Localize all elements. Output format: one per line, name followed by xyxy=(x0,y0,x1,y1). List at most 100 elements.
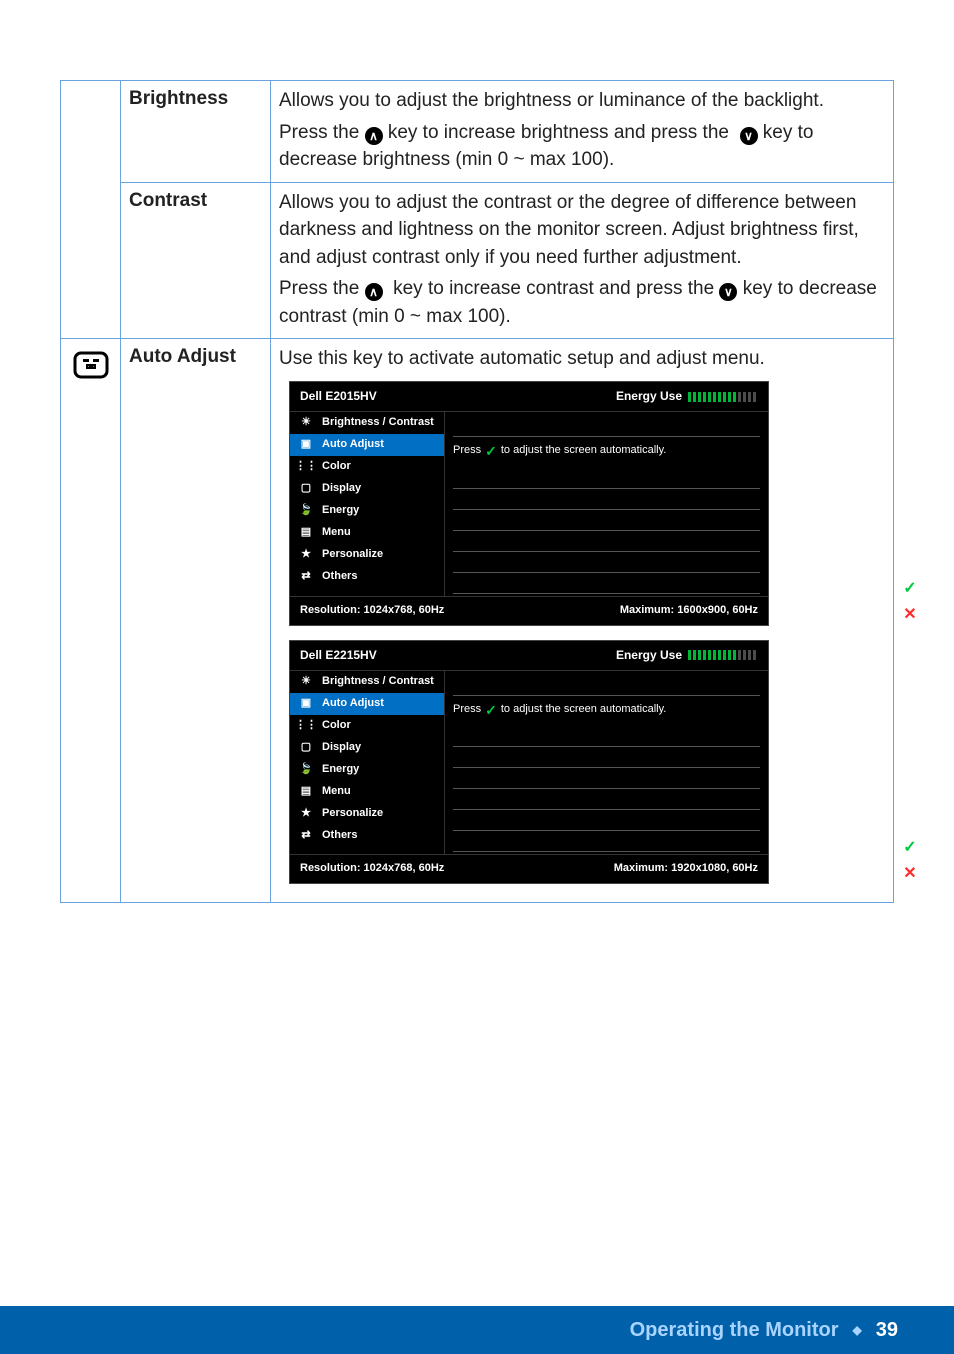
osd-menu: ☀ Brightness / Contrast ▣Auto Adjust ⋮⋮ Co… xyxy=(290,671,445,854)
osd-content: Press ✓ to adjust the screen automatical… xyxy=(445,671,768,854)
energy-bar-icon xyxy=(688,650,758,660)
osd-model: Dell E2215HV xyxy=(300,647,377,664)
page-number: 39 xyxy=(876,1319,898,1342)
osd-item-energy[interactable]: 🍃 Energy xyxy=(290,500,444,522)
up-key-icon xyxy=(365,127,383,145)
autoadjust-icon-cell: + xyxy=(61,339,121,903)
osd-item-label: Brightness / Contrast xyxy=(322,415,434,431)
osd-screenshot-1: Dell E2015HV Energy Use ☀ Brightness / Co… xyxy=(289,381,885,626)
autoadjust-icon: ▣ xyxy=(298,437,314,453)
osd-item-label: Auto Adjust xyxy=(322,437,384,453)
color-icon: ⋮⋮ xyxy=(298,718,314,734)
osd-item-color[interactable]: ⋮⋮ Color xyxy=(290,456,444,478)
osd-item-autoadjust[interactable]: ▣ Auto Adjust xyxy=(290,434,444,456)
osd-resolution: Resolution: 1024x768, 60Hz xyxy=(300,603,444,619)
osd-item-display[interactable]: ▢Display xyxy=(290,737,444,759)
contrast-label: Contrast xyxy=(129,190,207,211)
osd-up-button[interactable]: ∧ xyxy=(899,526,921,548)
osd-item-label: Menu xyxy=(322,525,351,541)
osd-side-buttons: ∧ ∨ ✓ ✕ xyxy=(899,784,921,884)
text: to adjust the screen automatically. xyxy=(501,702,667,718)
energy-bar-icon xyxy=(688,392,758,402)
osd-close-button[interactable]: ✕ xyxy=(899,604,921,626)
osd-item-label: Others xyxy=(322,828,357,844)
text: key to increase contrast and press the xyxy=(388,278,720,299)
settings-table: Brightness Allows you to adjust the brig… xyxy=(60,80,894,903)
energy-icon: 🍃 xyxy=(298,762,314,778)
brightness-icon: ☀ xyxy=(298,415,314,431)
osd-content: Press ✓ to adjust the screen automatical… xyxy=(445,412,768,595)
contrast-desc: Allows you to adjust the contrast or the… xyxy=(279,189,885,272)
brightness-desc-cell: Allows you to adjust the brightness or l… xyxy=(271,81,894,183)
svg-text:+: + xyxy=(88,362,94,373)
text: Press xyxy=(453,443,481,459)
down-key-icon xyxy=(719,283,737,301)
menu-icon: ▤ xyxy=(298,525,314,541)
osd-item-personalize[interactable]: ★ Personalize xyxy=(290,544,444,566)
check-icon: ✓ xyxy=(485,700,497,720)
osd-close-button[interactable]: ✕ xyxy=(899,862,921,884)
osd-item-label: Energy xyxy=(322,762,359,778)
osd-ok-button[interactable]: ✓ xyxy=(899,578,921,600)
brightness-label-cell: Brightness xyxy=(121,81,271,183)
brightness-desc: Allows you to adjust the brightness or l… xyxy=(279,87,885,115)
osd-item-menu[interactable]: ▤ Menu xyxy=(290,781,444,803)
text: Press xyxy=(453,702,481,718)
display-icon: ▢ xyxy=(298,740,314,756)
osd-item-menu[interactable]: ▤ Menu xyxy=(290,522,444,544)
osd-ok-button[interactable]: ✓ xyxy=(899,836,921,858)
osd-down-button[interactable]: ∨ xyxy=(899,810,921,832)
footer-title: Operating the Monitor xyxy=(630,1319,839,1342)
energy-use-label: Energy Use xyxy=(616,388,682,405)
osd-side-buttons: ∧ ∨ ✓ ✕ xyxy=(899,526,921,626)
osd-model: Dell E2015HV xyxy=(300,388,377,405)
auto-adjust-icon: + xyxy=(71,369,111,390)
contrast-press: Press the key to increase contrast and p… xyxy=(279,275,885,330)
contrast-desc-cell: Allows you to adjust the contrast or the… xyxy=(271,182,894,339)
energy-use-label: Energy Use xyxy=(616,647,682,664)
osd-maximum: Maximum: 1600x900, 60Hz xyxy=(620,603,758,619)
display-icon: ▢ xyxy=(298,481,314,497)
osd-item-label: Color xyxy=(322,459,351,475)
text: Press the xyxy=(279,278,365,299)
brightness-icon: ☀ xyxy=(298,674,314,690)
up-key-icon xyxy=(365,283,383,301)
osd-item-brightness[interactable]: ☀ Brightness / Contrast xyxy=(290,412,444,434)
brightness-press: Press the key to increase brightness and… xyxy=(279,119,885,174)
autoadjust-label-cell: Auto Adjust xyxy=(121,339,271,903)
osd-item-color[interactable]: ⋮⋮ Color xyxy=(290,715,444,737)
osd-down-button[interactable]: ∨ xyxy=(899,552,921,574)
osd-item-label: Energy xyxy=(322,503,359,519)
osd-screenshot-2: Dell E2215HV Energy Use ☀ Brightness / Co… xyxy=(289,640,885,885)
diamond-icon: ◆ xyxy=(853,1323,862,1337)
color-icon: ⋮⋮ xyxy=(298,459,314,475)
star-icon: ★ xyxy=(298,547,314,563)
osd-up-button[interactable]: ∧ xyxy=(899,784,921,806)
osd-item-others[interactable]: ⇄Others xyxy=(290,566,444,588)
text: Press the xyxy=(279,122,365,143)
brightness-contrast-group-icon-cell xyxy=(61,81,121,339)
sliders-icon: ⇄ xyxy=(298,569,314,585)
osd-item-display[interactable]: ▢Display xyxy=(290,478,444,500)
page-footer: Operating the Monitor ◆ 39 xyxy=(0,1306,954,1354)
osd-maximum: Maximum: 1920x1080, 60Hz xyxy=(614,861,758,877)
osd-item-autoadjust[interactable]: ▣Auto Adjust xyxy=(290,693,444,715)
osd-item-others[interactable]: ⇄Others xyxy=(290,825,444,847)
star-icon: ★ xyxy=(298,806,314,822)
osd-item-energy[interactable]: 🍃 Energy xyxy=(290,759,444,781)
energy-icon: 🍃 xyxy=(298,503,314,519)
osd-item-label: Brightness / Contrast xyxy=(322,674,434,690)
osd-item-label: Auto Adjust xyxy=(322,696,384,712)
osd-item-label: Personalize xyxy=(322,806,383,822)
osd-item-brightness[interactable]: ☀ Brightness / Contrast xyxy=(290,671,444,693)
text: to adjust the screen automatically. xyxy=(501,443,667,459)
osd-item-personalize[interactable]: ★ Personalize xyxy=(290,803,444,825)
menu-icon: ▤ xyxy=(298,784,314,800)
osd-item-label: Color xyxy=(322,718,351,734)
osd-press-line: Press ✓ to adjust the screen automatical… xyxy=(453,437,760,467)
down-key-icon xyxy=(740,127,758,145)
autoadjust-desc: Use this key to activate automatic setup… xyxy=(279,345,885,373)
brightness-label: Brightness xyxy=(129,88,228,109)
osd-item-label: Menu xyxy=(322,784,351,800)
osd-item-label: Personalize xyxy=(322,547,383,563)
